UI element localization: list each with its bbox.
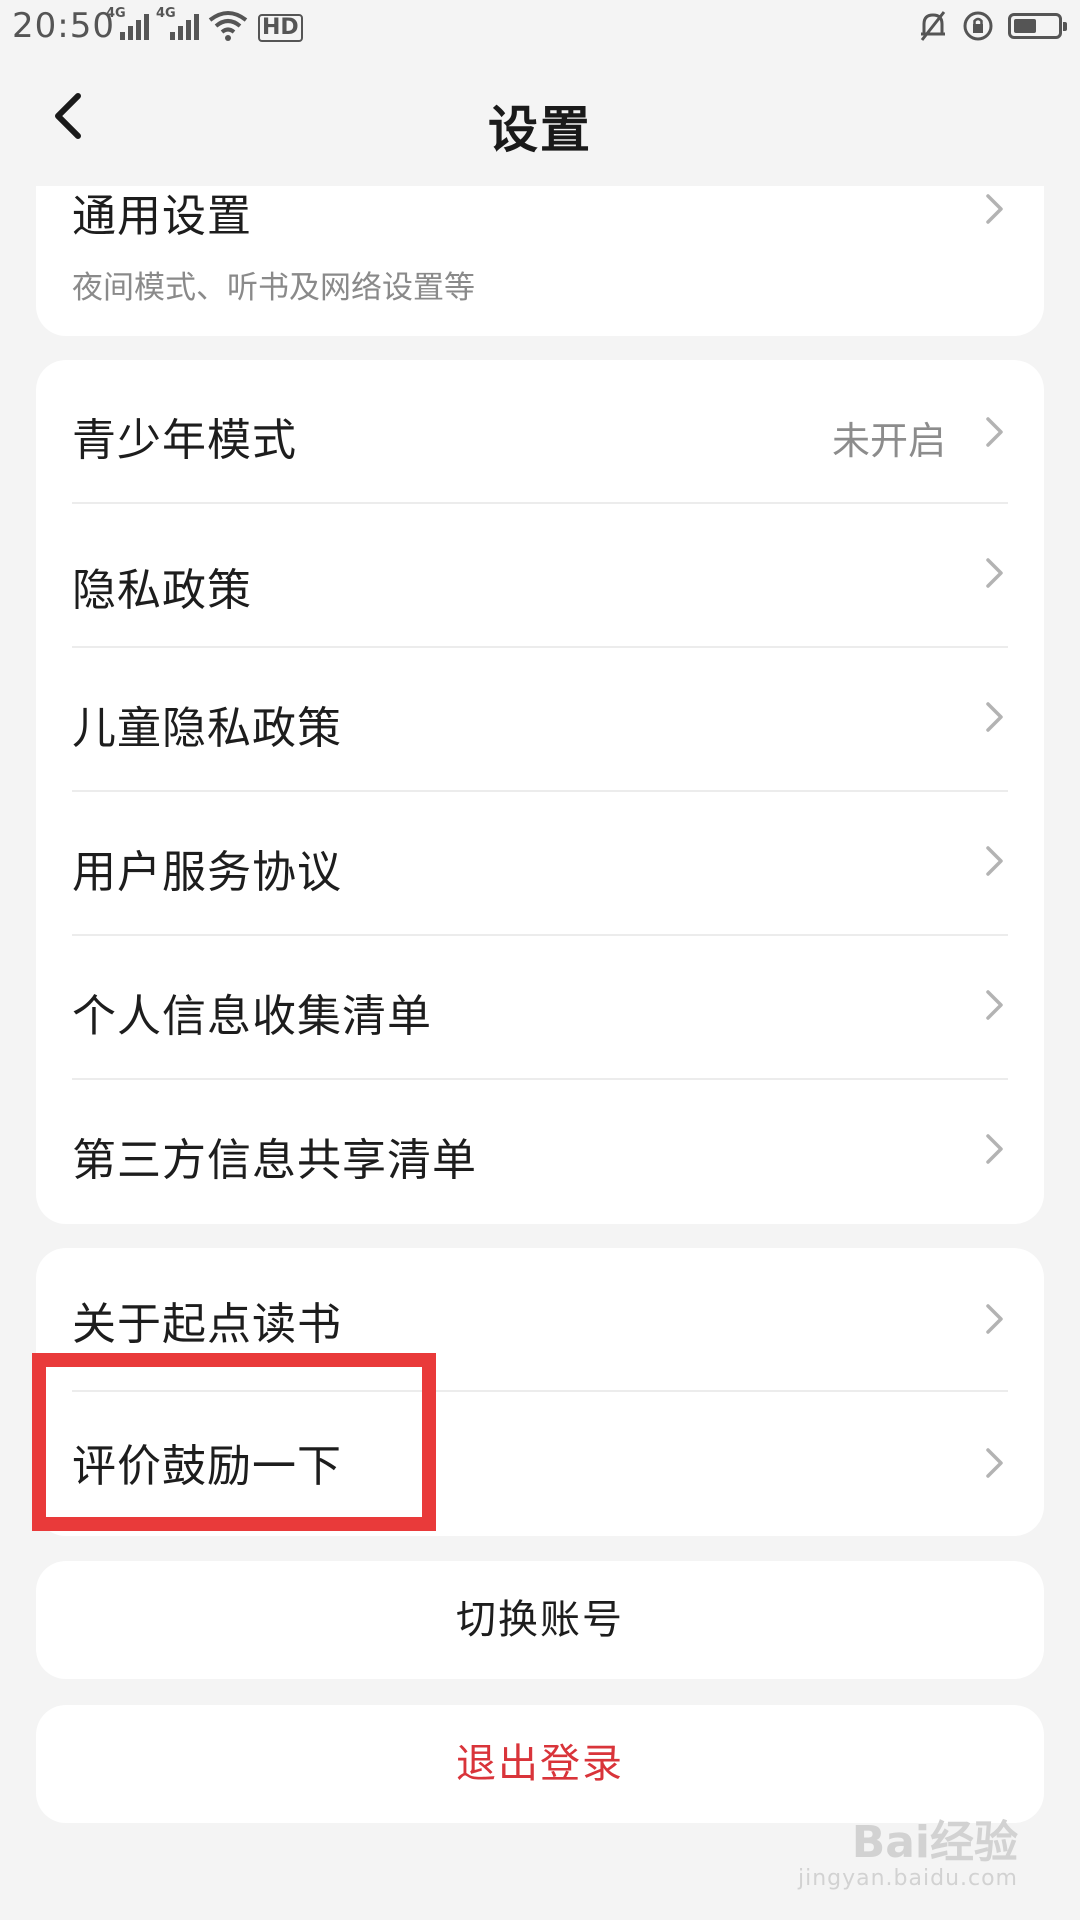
settings-item-label: 个人信息收集清单 bbox=[72, 991, 432, 1042]
settings-item-child-privacy[interactable]: 儿童隐私政策 bbox=[36, 648, 1044, 792]
settings-item-label: 儿童隐私政策 bbox=[72, 703, 342, 754]
chevron-right-icon bbox=[986, 417, 1003, 447]
chevron-right-icon bbox=[986, 1134, 1003, 1164]
chevron-right-icon bbox=[986, 846, 1003, 876]
hd-icon: HD bbox=[258, 14, 303, 42]
settings-item-user-agreement[interactable]: 用户服务协议 bbox=[36, 792, 1044, 936]
settings-item-personal-info-list[interactable]: 个人信息收集清单 bbox=[36, 936, 1044, 1080]
status-time: 20:50 bbox=[12, 6, 115, 46]
settings-item-youth-mode[interactable]: 青少年模式 未开启 bbox=[36, 360, 1044, 504]
highlight-annotation-box bbox=[32, 1353, 436, 1531]
settings-item-label: 用户服务协议 bbox=[72, 847, 342, 898]
page-title: 设置 bbox=[488, 101, 592, 159]
mute-bell-icon bbox=[920, 11, 946, 41]
youth-mode-status: 未开启 bbox=[831, 419, 946, 463]
watermark-url: jingyan.baidu.com bbox=[797, 1866, 1018, 1891]
switch-account-button[interactable]: 切换账号 bbox=[36, 1561, 1044, 1679]
settings-item-third-party-sharing[interactable]: 第三方信息共享清单 bbox=[36, 1080, 1044, 1224]
settings-item-privacy-policy[interactable]: 隐私政策 bbox=[36, 504, 1044, 648]
signal-icon: 4G bbox=[106, 6, 149, 42]
chevron-right-icon bbox=[986, 1304, 1003, 1334]
settings-item-label: 第三方信息共享清单 bbox=[72, 1135, 477, 1186]
settings-item-label: 隐私政策 bbox=[72, 565, 252, 616]
watermark-brand: Bai经验 bbox=[851, 1817, 1018, 1868]
watermark: Bai经验 jingyan.baidu.com bbox=[798, 1806, 1018, 1891]
signal-icon: 4G bbox=[156, 6, 199, 42]
rotation-lock-icon bbox=[963, 11, 993, 41]
general-settings-card: 通用设置 夜间模式、听书及网络设置等 bbox=[36, 186, 1044, 336]
chevron-right-icon bbox=[986, 990, 1003, 1020]
wifi-icon bbox=[208, 11, 248, 41]
chevron-right-icon bbox=[986, 702, 1003, 732]
general-settings-row[interactable]: 通用设置 夜间模式、听书及网络设置等 bbox=[36, 186, 1044, 336]
chevron-right-icon bbox=[986, 1448, 1003, 1478]
status-bar: 20:50 4G 4G HD bbox=[0, 0, 1080, 56]
battery-icon bbox=[1008, 13, 1067, 39]
settings-item-label: 关于起点读书 bbox=[72, 1299, 342, 1350]
chevron-right-icon bbox=[986, 558, 1003, 588]
settings-item-label: 青少年模式 bbox=[72, 415, 297, 466]
general-settings-label: 通用设置 bbox=[72, 191, 252, 242]
header: 设置 bbox=[0, 56, 1080, 186]
chevron-right-icon bbox=[986, 194, 1003, 224]
policy-card: 青少年模式 未开启 隐私政策 儿童隐私政策 用户服务协议 个人信息收集清单 第三… bbox=[36, 360, 1044, 1224]
general-settings-subtitle: 夜间模式、听书及网络设置等 bbox=[72, 270, 475, 306]
